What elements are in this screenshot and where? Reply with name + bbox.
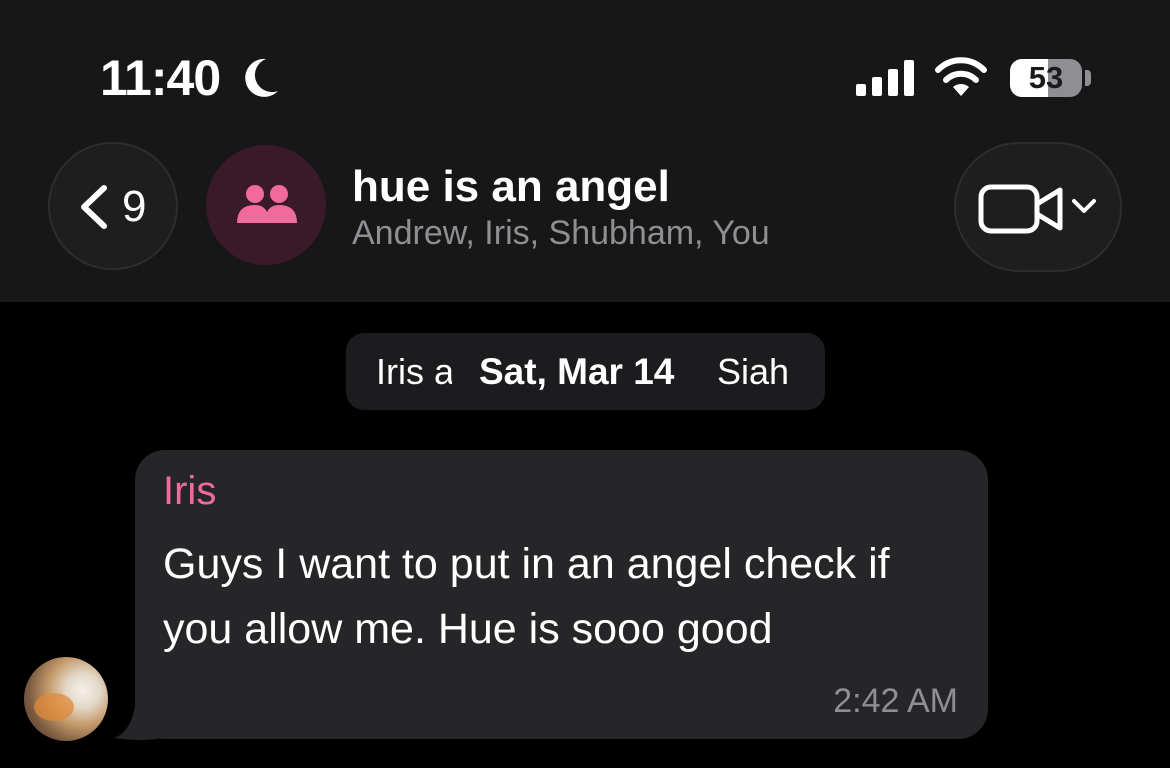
chat-members[interactable]: Andrew, Iris, Shubham, You <box>352 213 770 253</box>
chat-screen: 11:40 53 9 hue is an angel Andrew, Iris,… <box>0 0 1170 768</box>
group-avatar[interactable] <box>206 145 326 265</box>
video-call-button[interactable] <box>954 142 1122 272</box>
wifi-icon <box>935 57 987 96</box>
battery-cap <box>1085 70 1091 86</box>
message-bubble[interactable]: Iris Guys I want to put in an angel chec… <box>135 450 988 739</box>
back-button[interactable]: 9 <box>48 142 178 270</box>
message-text: Guys I want to put in an angel check if … <box>163 540 890 653</box>
battery-indicator: 53 <box>1010 59 1082 97</box>
message-sender: Iris <box>163 469 217 513</box>
moon-icon <box>245 58 278 97</box>
cellular-signal-icon <box>856 60 914 96</box>
date-pill-left-text: Iris a <box>376 351 452 392</box>
date-pill-right-text: Siah <box>717 351 790 392</box>
chat-title[interactable]: hue is an angel <box>352 162 670 212</box>
chevron-left-icon <box>81 185 107 229</box>
date-label: Sat, Mar 14 <box>479 351 675 392</box>
unread-count: 9 <box>122 182 147 231</box>
avatar-photo-detail <box>34 693 74 721</box>
status-time: 11:40 <box>100 50 221 106</box>
chat-header: 11:40 53 9 hue is an angel Andrew, Iris,… <box>0 0 1170 302</box>
video-camera-icon <box>978 184 1063 234</box>
date-separator: Iris a Sat, Mar 14 Siah <box>346 333 825 410</box>
chevron-down-icon <box>1072 199 1096 213</box>
people-icon <box>237 185 297 223</box>
message-timestamp: 2:42 AM <box>833 682 958 720</box>
battery-level: 53 <box>1028 60 1064 95</box>
sender-avatar[interactable] <box>24 657 108 741</box>
